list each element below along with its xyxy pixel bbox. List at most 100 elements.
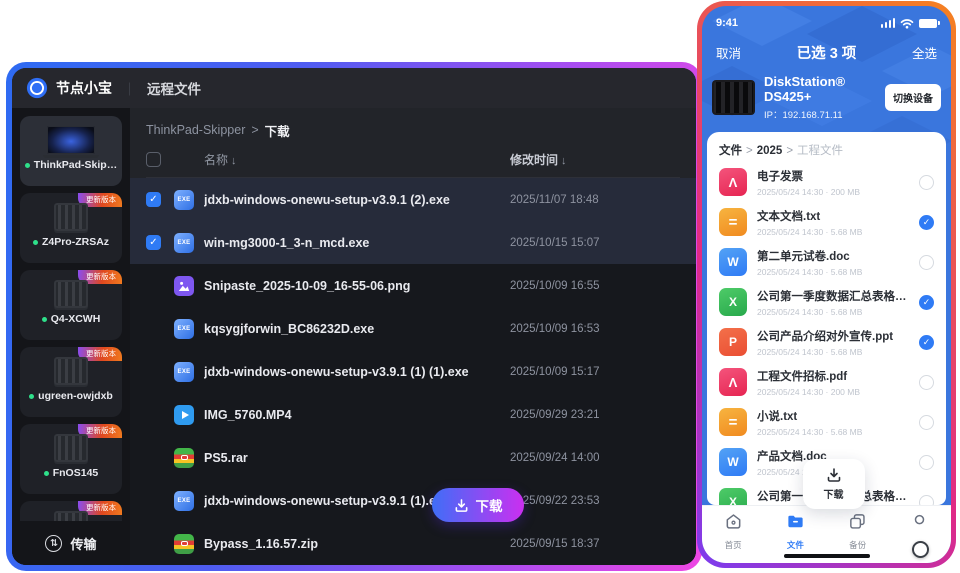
- file-name: 文本文档.txt: [757, 208, 909, 224]
- file-name: 公司产品介绍对外宣传.ppt: [757, 328, 909, 344]
- sidebar-item-transfer[interactable]: ⇅ 传输: [12, 521, 130, 565]
- list-item[interactable]: P公司产品介绍对外宣传.ppt2025/05/24 14:30 · 5.68 M…: [707, 322, 946, 362]
- list-item[interactable]: =小说.txt2025/05/24 14:30 · 5.68 MB: [707, 402, 946, 442]
- table-row[interactable]: PS5.rar2025/09/24 14:00: [130, 436, 696, 479]
- file-mtime: 2025/09/15 18:37: [510, 538, 680, 550]
- file-mtime: 2025/10/09 15:17: [510, 366, 680, 378]
- rar-file-icon: [174, 448, 194, 468]
- list-item[interactable]: Λ工程文件招标.pdf2025/05/24 14:30 · 200 MB: [707, 362, 946, 402]
- doc-file-icon: W: [719, 448, 747, 476]
- checkbox-checked[interactable]: ✓: [919, 335, 934, 350]
- exe-file-icon: EXE: [174, 362, 194, 382]
- table-row[interactable]: ✓EXEjdxb-windows-onewu-setup-v3.9.1 (2).…: [130, 178, 696, 221]
- file-name: IMG_5760.MP4: [204, 408, 510, 422]
- list-item[interactable]: W第二单元试卷.doc2025/05/24 14:30 · 5.68 MB: [707, 242, 946, 282]
- phone-file-list: Λ电子发票2025/05/24 14:30 · 200 MB = 文本文档.txt 2…: [707, 162, 946, 505]
- table-row[interactable]: Bypass_1.16.57.zip2025/09/15 18:37: [130, 522, 696, 565]
- column-header-mtime[interactable]: 修改时间↓: [510, 151, 680, 168]
- page-title: 远程文件: [147, 78, 201, 98]
- device-card[interactable]: 更新版本Q4-XCWH: [20, 270, 122, 340]
- online-dot-icon: [29, 394, 34, 399]
- device-name: FnOS145: [20, 467, 122, 479]
- file-name: Snipaste_2025-10-09_16-55-06.png: [204, 279, 510, 293]
- device-header: DiskStation® DS425+ IP：192.168.71.11 切换设…: [702, 69, 951, 130]
- file-name: 公司第一季度数据汇总表格.xls: [757, 288, 909, 304]
- file-pane-header: ThinkPad-Skipper > 下载 名称↓ 修改时间↓: [130, 108, 696, 178]
- download-button[interactable]: 下载: [432, 488, 524, 522]
- row-checkbox-checked[interactable]: ✓: [146, 235, 161, 250]
- table-row[interactable]: EXEjdxb-windows-onewu-setup-v3.9.1 (1) (…: [130, 350, 696, 393]
- breadcrumb-parent[interactable]: ThinkPad-Skipper: [146, 123, 245, 137]
- device-card[interactable]: 更新版本FnOS145: [20, 424, 122, 494]
- online-dot-icon: [42, 317, 47, 322]
- online-dot-icon: [44, 471, 49, 476]
- folder-icon: [786, 512, 805, 536]
- select-all-checkbox[interactable]: [146, 152, 161, 167]
- file-name: kqsygjforwin_BC86232D.exe: [204, 322, 510, 336]
- file-name: 工程文件招标.pdf: [757, 368, 909, 384]
- png-file-icon: [174, 276, 194, 296]
- breadcrumb-item-current: 工程文件: [797, 145, 843, 157]
- file-mtime: 2025/09/24 14:00: [510, 452, 680, 464]
- selection-count-title: 已选 3 项: [797, 42, 857, 63]
- breadcrumb: ThinkPad-Skipper > 下载: [146, 118, 680, 142]
- table-row[interactable]: EXE kqsygjforwin_BC86232D.exe2025/10/09 1…: [130, 307, 696, 350]
- checkbox-checked[interactable]: ✓: [919, 215, 934, 230]
- checkbox-unchecked[interactable]: [919, 455, 934, 470]
- breadcrumb-item[interactable]: 2025: [757, 145, 783, 157]
- download-icon: [454, 498, 469, 513]
- table-row[interactable]: ✓EXEwin-mg3000-1_3-n_mcd.exe2025/10/15 1…: [130, 221, 696, 264]
- device-name: ThinkPad-Skip…: [20, 159, 122, 171]
- file-table-body: ✓EXEjdxb-windows-onewu-setup-v3.9.1 (2).…: [130, 178, 696, 565]
- row-checkbox-checked[interactable]: ✓: [146, 192, 161, 207]
- tab-backup[interactable]: 备份: [832, 512, 884, 551]
- table-row[interactable]: EXEjdxb-windows-onewu-setup-v3.9.1 (1).e…: [130, 479, 696, 522]
- switch-device-button[interactable]: 切换设备: [885, 84, 941, 111]
- list-item[interactable]: = 文本文档.txt 2025/05/24 14:30 · 5.68 MB ✓: [707, 202, 946, 242]
- cancel-button[interactable]: 取消: [716, 43, 741, 62]
- title-divider: ｜: [123, 79, 136, 98]
- file-mtime: 2025/09/29 23:21: [510, 409, 680, 421]
- file-mtime: 2025/10/09 16:53: [510, 323, 680, 335]
- tab-folder[interactable]: 文件: [769, 512, 821, 551]
- list-item[interactable]: X公司第一季度数据汇总表格.xls2025/05/24 14:30 · 5.68…: [707, 282, 946, 322]
- file-sheet: 文件>2025>工程文件 Λ电子发票2025/05/24 14:30 · 200…: [707, 132, 946, 505]
- list-item[interactable]: Λ电子发票2025/05/24 14:30 · 200 MB: [707, 162, 946, 202]
- phone-download-button[interactable]: 下载: [803, 459, 865, 509]
- checkbox-unchecked[interactable]: [919, 375, 934, 390]
- checkbox-unchecked[interactable]: [919, 495, 934, 506]
- nas-thumbnail-icon: [54, 357, 88, 385]
- breadcrumb-item[interactable]: 文件: [719, 145, 742, 157]
- exe-file-icon: EXE: [174, 319, 194, 339]
- table-row[interactable]: Snipaste_2025-10-09_16-55-06.png2025/10/…: [130, 264, 696, 307]
- checkbox-unchecked[interactable]: [919, 175, 934, 190]
- app-logo-icon: [26, 77, 48, 99]
- desktop-window-frame: 节点小宝 ｜ 远程文件 ThinkPad-Skip…更新版本Z4Pro-ZRSA…: [6, 62, 702, 571]
- file-meta: 2025/05/24 14:30 · 5.68 MB: [757, 227, 909, 237]
- touch-cursor: [912, 541, 929, 558]
- tab-home[interactable]: 首页: [707, 512, 759, 551]
- desktop-body: ThinkPad-Skip… 更新版本Z4Pro-ZRSAz更新版本Q4-XCWH…: [12, 108, 696, 565]
- file-name: Bypass_1.16.57.zip: [204, 537, 510, 551]
- transfer-icon: ⇅: [45, 535, 62, 552]
- checkbox-unchecked[interactable]: [919, 255, 934, 270]
- txt-file-icon: =: [719, 208, 747, 236]
- device-card[interactable]: 更新版本Z4Pro-ZRSAz: [20, 193, 122, 263]
- tab-profile[interactable]: [894, 512, 946, 539]
- table-row[interactable]: IMG_5760.MP42025/09/29 23:21: [130, 393, 696, 436]
- phone-frame: 9:41 取消 已选 3 项 全选 Di: [697, 1, 956, 568]
- pdf-file-icon: Λ: [719, 168, 747, 196]
- device-card[interactable]: 更新版本ugreen-owjdxb: [20, 347, 122, 417]
- device-ip: IP：192.168.71.11: [764, 107, 876, 121]
- checkbox-checked[interactable]: ✓: [919, 295, 934, 310]
- status-time: 9:41: [716, 17, 738, 29]
- checkbox-unchecked[interactable]: [919, 415, 934, 430]
- online-dot-icon: [25, 163, 30, 168]
- nas-thumbnail-icon: [54, 203, 88, 231]
- select-all-button[interactable]: 全选: [912, 43, 937, 62]
- device-card[interactable]: ThinkPad-Skip…: [20, 116, 122, 186]
- download-button-label: 下载: [476, 495, 503, 515]
- zip-file-icon: [174, 534, 194, 554]
- online-dot-icon: [33, 240, 38, 245]
- column-header-name[interactable]: 名称↓: [204, 151, 510, 168]
